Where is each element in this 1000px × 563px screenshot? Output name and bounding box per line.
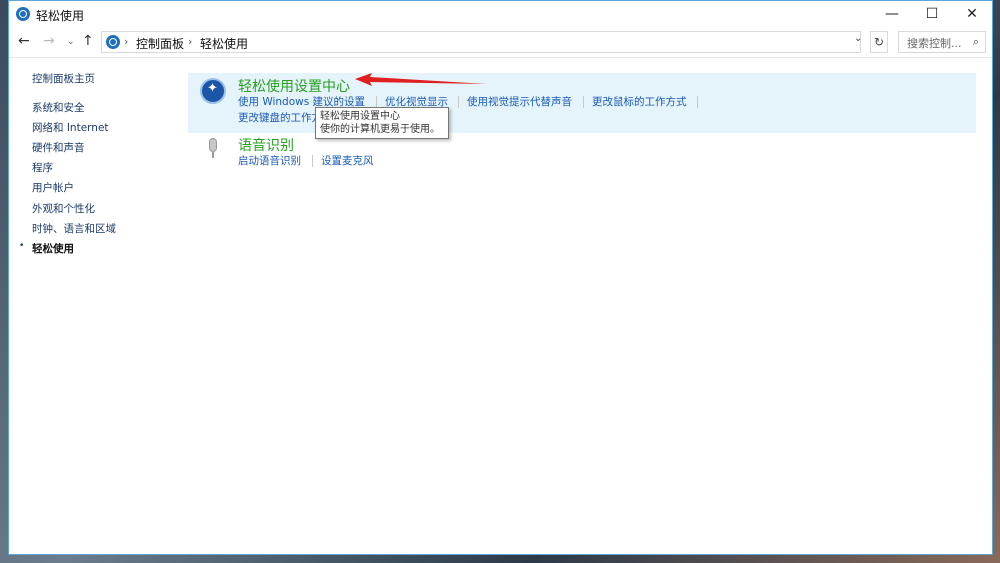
title-bar: 轻松使用 — ☐ ✕ [9, 1, 992, 27]
sidebar-item-user-accounts[interactable]: 用户帐户 [32, 180, 74, 195]
search-input[interactable] [905, 33, 973, 53]
link-separator [458, 96, 459, 108]
sidebar-item-home[interactable]: 控制面板主页 [32, 71, 95, 86]
link-start-speech-recognition[interactable]: 启动语音识别 [238, 153, 301, 168]
tooltip-title: 轻松使用设置中心 [320, 111, 400, 122]
active-bullet-icon: • [19, 241, 25, 251]
search-icon[interactable]: ⌕ [973, 35, 979, 49]
ease-of-access-icon[interactable] [200, 78, 226, 104]
sidebar-item-appearance[interactable]: 外观和个性化 [32, 201, 95, 216]
control-panel-icon [16, 7, 30, 21]
category-title-speech-recognition[interactable]: 语音识别 [238, 135, 294, 155]
watermark-logo: Bai du 经验 [760, 478, 961, 518]
sidebar-item-programs[interactable]: 程序 [32, 160, 53, 175]
breadcrumb-separator-icon[interactable]: › [188, 35, 192, 48]
maximize-button[interactable]: ☐ [911, 1, 953, 27]
refresh-button[interactable]: ↻ [870, 31, 888, 53]
back-arrow-icon[interactable]: ← [18, 33, 30, 49]
control-panel-icon [106, 35, 120, 49]
microphone-icon[interactable] [207, 138, 219, 160]
link-set-up-microphone[interactable]: 设置麦克风 [321, 153, 374, 168]
minimize-button[interactable]: — [871, 1, 913, 27]
category-title-ease-of-access-center[interactable]: 轻松使用设置中心 [238, 76, 350, 96]
sidebar-item-hardware-sound[interactable]: 硬件和声音 [32, 140, 85, 155]
link-separator [312, 155, 313, 167]
link-change-mouse[interactable]: 更改鼠标的工作方式 [592, 94, 687, 109]
navigation-bar: ← → ⌄ ↑ › 控制面板 › 轻松使用 ⌄ ↻ ⌕ [9, 27, 992, 58]
window-title: 轻松使用 [36, 9, 85, 23]
link-visual-cues-for-sounds[interactable]: 使用视觉提示代替声音 [467, 94, 572, 109]
sidebar-item-ease-of-access[interactable]: 轻松使用 [32, 241, 74, 256]
breadcrumb-separator-icon[interactable]: › [124, 35, 128, 48]
tooltip: 轻松使用设置中心 使你的计算机更易于使用。 [315, 107, 449, 139]
recent-locations-chevron-icon[interactable]: ⌄ [67, 37, 75, 47]
watermark-url: jingyan.baidu.com [770, 516, 900, 532]
breadcrumb-ease-of-access[interactable]: 轻松使用 [200, 35, 248, 52]
link-separator [697, 96, 698, 108]
up-arrow-icon[interactable]: ↑ [82, 33, 94, 49]
search-box[interactable]: ⌕ [898, 31, 986, 53]
address-bar[interactable]: › 控制面板 › 轻松使用 [101, 31, 861, 53]
breadcrumb-control-panel[interactable]: 控制面板 [136, 35, 184, 52]
link-separator [583, 96, 584, 108]
sidebar-item-system-security[interactable]: 系统和安全 [32, 100, 85, 115]
baidu-jingyan-watermark: Bai du 经验 jingyan.baidu.com [760, 470, 961, 540]
tooltip-description: 使你的计算机更易于使用。 [320, 124, 440, 135]
sidebar-item-network[interactable]: 网络和 Internet [32, 120, 109, 135]
close-button[interactable]: ✕ [951, 1, 992, 27]
forward-arrow-icon[interactable]: → [43, 33, 55, 49]
address-dropdown-icon[interactable]: ⌄ [854, 33, 868, 51]
sidebar-item-clock-language[interactable]: 时钟、语言和区域 [32, 221, 116, 236]
